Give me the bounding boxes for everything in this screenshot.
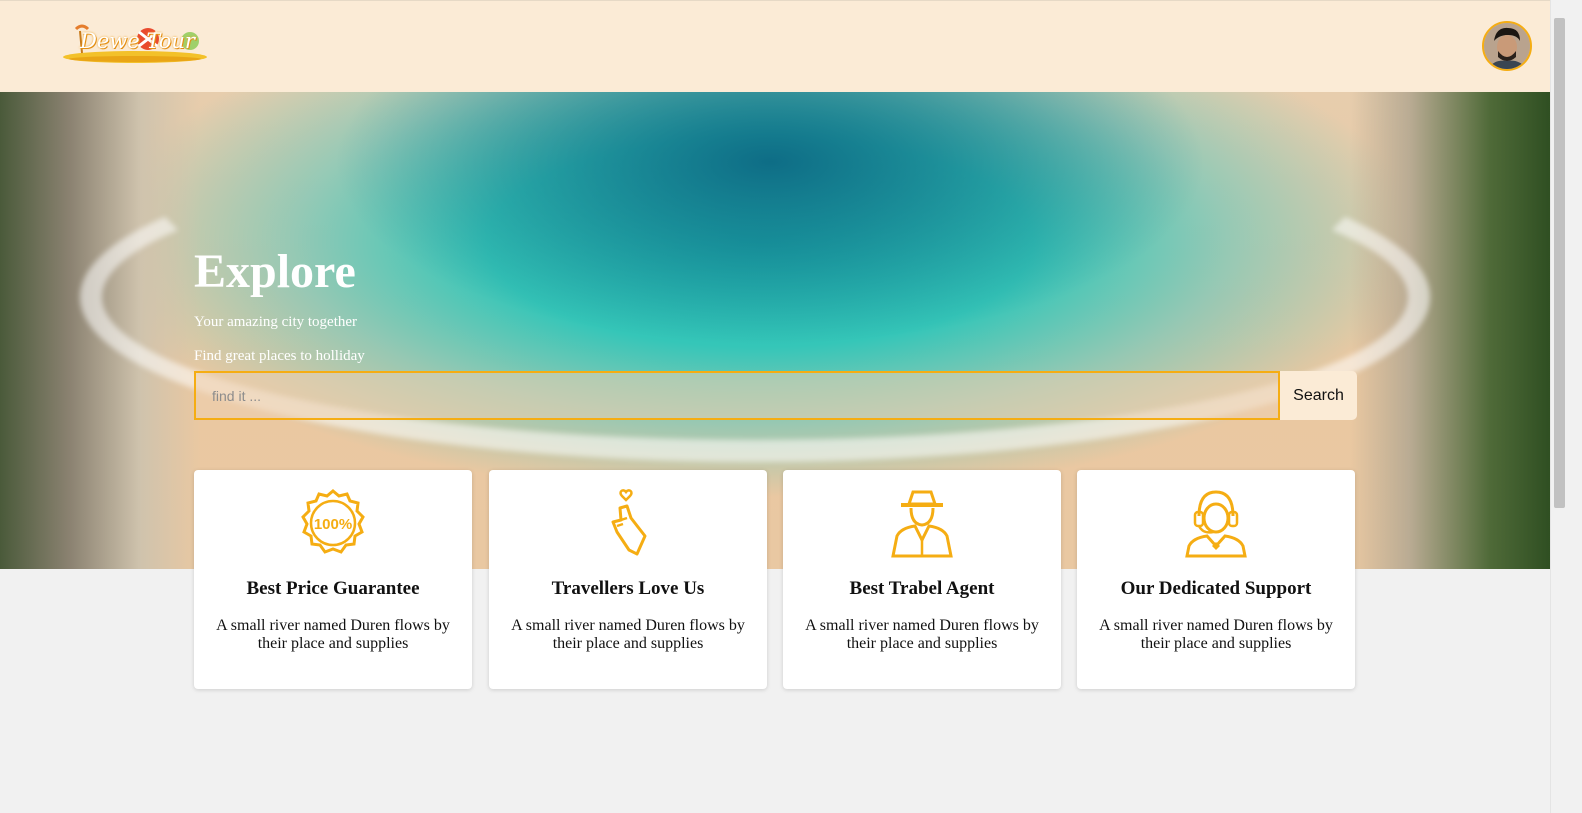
feature-card-support: Our Dedicated Support A small river name… — [1077, 470, 1355, 689]
feature-card-travellers: Travellers Love Us A small river named D… — [489, 470, 767, 689]
feature-text: A small river named Duren flows by their… — [511, 617, 745, 652]
feature-text: A small river named Duren flows by their… — [216, 617, 450, 652]
user-avatar[interactable] — [1482, 21, 1532, 71]
feature-text: A small river named Duren flows by their… — [1099, 617, 1333, 652]
svg-text:100%: 100% — [314, 516, 352, 533]
badge-100-icon: 100% — [301, 489, 365, 554]
page-scrollbar[interactable] — [1550, 0, 1568, 813]
hand-heart-icon — [611, 489, 647, 556]
hero-subtitle: Your amazing city together — [194, 314, 358, 330]
feature-title: Our Dedicated Support — [1120, 578, 1312, 599]
search-bar: Search — [194, 371, 1357, 420]
logo-text: Dewe Tour — [80, 29, 195, 53]
scrollbar-thumb[interactable] — [1554, 18, 1565, 508]
brand-logo[interactable]: Dewe Tour — [60, 23, 210, 67]
search-button[interactable]: Search — [1280, 371, 1357, 420]
feature-title: Travellers Love Us — [551, 578, 705, 599]
feature-text: A small river named Duren flows by their… — [805, 617, 1039, 652]
hero-title: Explore — [194, 245, 356, 298]
feature-card-best-price: 100% Best Price Guarantee A small river … — [194, 470, 472, 689]
search-input[interactable] — [194, 371, 1280, 420]
hero-tagline: Find great places to holliday — [194, 348, 365, 364]
avatar-portrait — [1484, 23, 1530, 69]
top-navbar: Dewe Tour — [0, 0, 1550, 92]
feature-title: Best Price Guarantee — [246, 578, 420, 599]
feature-cards: 100% Best Price Guarantee A small river … — [194, 470, 1357, 689]
headset-support-icon — [1185, 490, 1247, 558]
feature-card-agent: Best Trabel Agent A small river named Du… — [783, 470, 1061, 689]
agent-icon — [891, 490, 953, 558]
feature-title: Best Trabel Agent — [849, 578, 995, 599]
